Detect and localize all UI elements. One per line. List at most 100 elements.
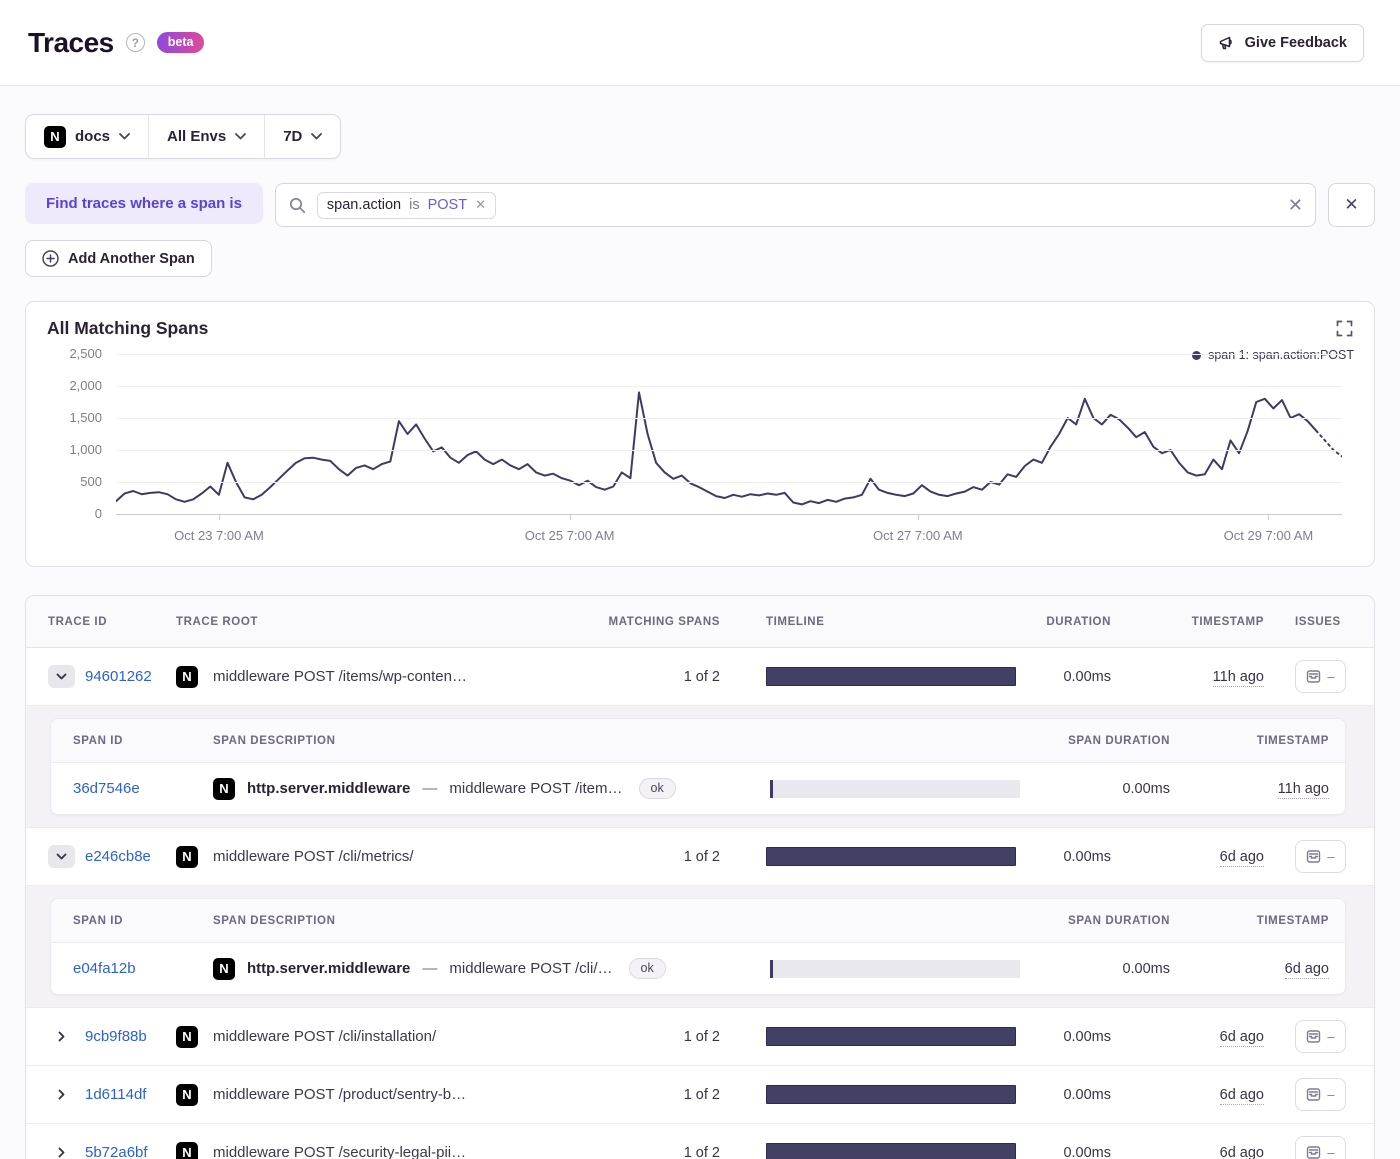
beta-badge: beta: [156, 32, 205, 53]
x-axis-tick-label: Oct 25 7:00 AM: [524, 528, 615, 543]
col-span-id: SPAN ID: [73, 914, 123, 927]
environment-filter[interactable]: All Envs: [148, 115, 264, 158]
fullscreen-icon[interactable]: [1336, 320, 1353, 337]
matching-spans-count: 1 of 2: [683, 1144, 720, 1159]
span-search-input[interactable]: span.action is POST ✕ ✕: [274, 183, 1316, 227]
chevron-down-icon: [311, 133, 323, 140]
dash-separator: —: [422, 960, 438, 977]
plus-circle-icon: [42, 250, 59, 267]
gridline: [116, 354, 1342, 355]
timestamp-value[interactable]: 6d ago: [1219, 1028, 1264, 1047]
filter-token[interactable]: span.action is POST ✕: [316, 191, 496, 219]
duration-value: 0.00ms: [1063, 1144, 1111, 1159]
span-duration-value: 0.00ms: [1122, 780, 1170, 797]
token-value: POST: [427, 196, 468, 213]
project-filter-label: docs: [75, 128, 111, 145]
chevron-down-icon: [56, 853, 67, 860]
span-timeline-bar: [770, 959, 1020, 978]
issues-button[interactable]: –: [1295, 660, 1346, 693]
span-row: e04fa12b N http.server.middleware — midd…: [51, 943, 1345, 994]
collapse-row-button[interactable]: [48, 845, 75, 868]
col-issues: ISSUES: [1295, 615, 1341, 628]
x-axis-tick: [1268, 514, 1270, 520]
series-line: [116, 391, 1318, 506]
issues-button[interactable]: –: [1295, 840, 1346, 873]
period-filter[interactable]: 7D: [264, 115, 340, 158]
matching-spans-count: 1 of 2: [683, 668, 720, 685]
span-operation: http.server.middleware: [247, 780, 411, 797]
give-feedback-label: Give Feedback: [1244, 34, 1347, 51]
nextjs-platform-icon: N: [176, 1025, 198, 1048]
give-feedback-button[interactable]: Give Feedback: [1200, 23, 1364, 62]
issues-count: –: [1327, 1145, 1335, 1159]
chart-line-svg: [116, 391, 1342, 506]
span-id-link[interactable]: 36d7546e: [73, 780, 140, 797]
trace-id-link[interactable]: e246cb8e: [85, 848, 151, 865]
table-row: 9cb9f88b N middleware POST /cli/installa…: [26, 1008, 1374, 1066]
col-span-description: SPAN DESCRIPTION: [213, 914, 336, 927]
project-filter[interactable]: N docs: [26, 115, 148, 158]
span-query-row: Find traces where a span is span.action …: [25, 183, 1375, 227]
chart-title: All Matching Spans: [47, 318, 209, 338]
remove-span-button[interactable]: ✕: [1328, 183, 1375, 227]
span-table-header: SPAN ID SPAN DESCRIPTION SPAN DURATION T…: [51, 899, 1345, 943]
span-timestamp-value[interactable]: 11h ago: [1277, 780, 1329, 799]
expand-row-button[interactable]: [48, 1147, 75, 1158]
span-status-badge: ok: [628, 958, 666, 979]
table-header-row: TRACE ID TRACE ROOT MATCHING SPANS TIMEL…: [26, 596, 1374, 648]
issues-count: –: [1327, 1087, 1335, 1102]
span-id-link[interactable]: e04fa12b: [73, 960, 136, 977]
nextjs-project-icon: N: [44, 125, 66, 148]
issues-button[interactable]: –: [1295, 1020, 1346, 1053]
col-matching-spans: MATCHING SPANS: [608, 615, 720, 628]
issues-count: –: [1327, 1029, 1335, 1044]
span-row: 36d7546e N http.server.middleware — midd…: [51, 763, 1345, 814]
timestamp-value[interactable]: 11h ago: [1212, 668, 1264, 687]
search-clear-icon[interactable]: ✕: [1288, 196, 1303, 214]
page-title: Traces: [28, 26, 114, 58]
span-table-header: SPAN ID SPAN DESCRIPTION SPAN DURATION T…: [51, 719, 1345, 763]
page-header: Traces ? beta Give Feedback: [0, 0, 1400, 86]
gridline: [116, 418, 1342, 419]
timestamp-value[interactable]: 6d ago: [1219, 1144, 1264, 1159]
chevron-down-icon: [235, 133, 247, 140]
span-operation: http.server.middleware: [247, 960, 411, 977]
matching-spans-count: 1 of 2: [683, 1086, 720, 1103]
add-another-span-button[interactable]: Add Another Span: [25, 240, 212, 277]
col-span-timestamp: TIMESTAMP: [1256, 914, 1329, 927]
trace-id-link[interactable]: 5b72a6bf: [85, 1144, 148, 1159]
token-operator: is: [409, 196, 420, 213]
trace-id-link[interactable]: 1d6114df: [85, 1086, 146, 1103]
trace-id-link[interactable]: 94601262: [85, 668, 152, 685]
timestamp-value[interactable]: 6d ago: [1219, 1086, 1264, 1105]
nextjs-platform-icon: N: [176, 1083, 198, 1106]
nextjs-platform-icon: N: [176, 845, 198, 868]
add-another-span-label: Add Another Span: [68, 250, 195, 267]
nextjs-platform-icon: N: [176, 665, 198, 688]
col-span-id: SPAN ID: [73, 734, 123, 747]
collapse-row-button[interactable]: [48, 665, 75, 688]
gridline: [116, 450, 1342, 451]
token-remove-icon[interactable]: ✕: [475, 197, 486, 213]
y-axis-tick-label: 1,500: [69, 410, 102, 425]
issues-button[interactable]: –: [1295, 1078, 1346, 1111]
gridline: [116, 482, 1342, 483]
help-icon[interactable]: ?: [125, 33, 145, 52]
issues-button[interactable]: –: [1295, 1136, 1346, 1159]
search-icon: [289, 197, 306, 213]
expand-row-button[interactable]: [48, 1031, 75, 1042]
find-traces-label: Find traces where a span is: [25, 183, 263, 224]
matching-spans-chart-card: All Matching Spans span 1: span.action:P…: [25, 301, 1375, 567]
timestamp-value[interactable]: 6d ago: [1219, 848, 1264, 867]
duration-value: 0.00ms: [1063, 1028, 1111, 1045]
period-filter-label: 7D: [283, 128, 303, 145]
trace-id-link[interactable]: 9cb9f88b: [85, 1028, 147, 1045]
span-timestamp-value[interactable]: 6d ago: [1284, 960, 1329, 979]
expand-row-button[interactable]: [48, 1089, 75, 1100]
y-axis-tick-label: 1,000: [69, 442, 102, 457]
trace-root-label: middleware POST /cli/installation/: [213, 1028, 437, 1045]
x-axis-tick-label: Oct 27 7:00 AM: [872, 528, 963, 543]
y-axis-tick-label: 2,500: [69, 346, 102, 361]
duration-value: 0.00ms: [1063, 848, 1111, 865]
nextjs-platform-icon: N: [176, 1141, 198, 1159]
